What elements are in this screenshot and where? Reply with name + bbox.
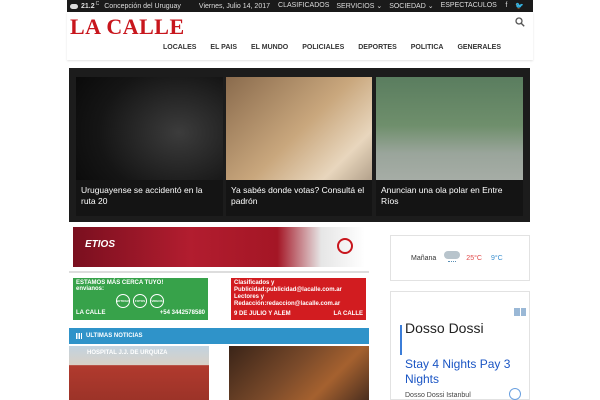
ad-accent-bar [400, 325, 402, 355]
green-ad-item-fotos: FOTOS [133, 294, 147, 308]
nav-generales[interactable]: GENERALES [457, 44, 501, 51]
sidebar-hotel-ad[interactable]: Dosso Dossi Stay 4 Nights Pay 3 Nights D… [390, 291, 530, 400]
green-ad-item-noticias: NOTICIAS [116, 294, 130, 308]
nav-deportes[interactable]: DEPORTES [358, 44, 397, 51]
topbar-date: Viernes, Julio 14, 2017 [198, 2, 271, 10]
topbar-location: Concepción del Uruguay [104, 2, 181, 10]
green-ad-items: NOTICIAS FOTOS VIDEOS [116, 294, 205, 308]
red-ad-footer: 9 DE JULIO Y ALEM LA CALLE [234, 311, 363, 318]
nav-el-pais[interactable]: EL PAIS [210, 44, 237, 51]
red-ad-address: 9 DE JULIO Y ALEM [234, 311, 291, 317]
nav-locales[interactable]: LOCALES [163, 44, 196, 51]
twitter-icon[interactable]: 🐦 [515, 2, 524, 10]
ad-choices-icon[interactable] [514, 308, 526, 316]
car-ad-banner[interactable]: ETIOS [73, 227, 365, 267]
latest-news-image-police[interactable] [229, 346, 369, 400]
sidebar-ad-source: Dosso Dossi Istanbul [405, 392, 471, 399]
latest-news-title: ULTIMAS NOTICIAS [86, 333, 143, 339]
weather-widget: Mañana 25°C 9°C [390, 235, 530, 281]
red-ad-line1: Clasificados y [234, 280, 275, 286]
green-ad-footer: LA CALLE +54 3442578580 [76, 310, 205, 316]
latest-news-image-hospital[interactable]: HOSPITAL J.J. DE URQUIZA [69, 346, 209, 400]
social-links: f 🐦 [505, 2, 524, 10]
topbar-menu-sociedad[interactable]: SOCIEDAD ⌄ [389, 2, 433, 10]
top-bar: 21.2 C Concepción del Uruguay Viernes, J… [67, 0, 533, 12]
snow-cloud-icon [444, 249, 461, 267]
contact-ad-green[interactable]: ESTAMOS MÁS CERCA TUYO! envianos: NOTICI… [73, 278, 208, 320]
ad-divider [69, 271, 369, 273]
ad-arrow-icon[interactable] [509, 388, 521, 400]
featured-news: Uruguayense se accidentó en la ruta 20 Y… [69, 68, 530, 222]
weather-low: 9°C [490, 254, 503, 262]
topbar-temperature: 21.2 [81, 2, 95, 10]
weather-day-label: Mañana [411, 254, 437, 262]
green-ad-item-videos: VIDEOS [150, 294, 164, 308]
nav-politica[interactable]: POLITICA [411, 44, 444, 51]
topbar-menu-clasificados[interactable]: CLASIFICADOS [278, 2, 329, 10]
site-header: LA CALLE LOCALES EL PAIS EL MUNDO POLICI… [67, 12, 533, 60]
latest-news-header: ULTIMAS NOTICIAS [69, 328, 369, 344]
red-ad-logo: LA CALLE [333, 311, 363, 317]
sidebar-ad-subtitle[interactable]: Stay 4 Nights Pay 3 Nights [405, 357, 525, 387]
red-ad-line3: Lectores y [234, 294, 265, 300]
hospital-sign: HOSPITAL J.J. DE URQUIZA [87, 350, 168, 356]
site-logo[interactable]: LA CALLE [70, 14, 185, 40]
sidebar-ad-title[interactable]: Dosso Dossi [405, 320, 484, 337]
cloud-icon [70, 3, 78, 9]
featured-card-accident[interactable]: Uruguayense se accidentó en la ruta 20 [76, 77, 223, 216]
green-ad-footer-left: LA CALLE [76, 310, 106, 316]
nav-policiales[interactable]: POLICIALES [302, 44, 344, 51]
topbar-menu-servicios[interactable]: SERVICIOS ⌄ [336, 2, 382, 10]
search-icon[interactable] [515, 17, 525, 27]
weather-high: 25°C [466, 254, 482, 262]
green-ad-phone: +54 3442578580 [159, 310, 205, 316]
topbar-temp-unit: C [95, 1, 100, 7]
nav-el-mundo[interactable]: EL MUNDO [251, 44, 288, 51]
red-ad-line2: Publicidad:publicidad@lacalle.com.ar [234, 287, 342, 293]
grid-icon [76, 333, 82, 339]
red-ad-line4: Redacción:redaccion@lacalle.com.ar [234, 301, 341, 307]
topbar-weather: 21.2 C Concepción del Uruguay [70, 1, 181, 10]
featured-card-ola-polar[interactable]: Anuncian una ola polar en Entre Ríos [376, 77, 523, 216]
featured-caption-ola-polar[interactable]: Anuncian una ola polar en Entre Ríos [376, 180, 523, 216]
toyota-logo-icon [337, 238, 353, 254]
topbar-menu: CLASIFICADOS SERVICIOS ⌄ SOCIEDAD ⌄ ESPE… [278, 2, 497, 10]
car-ad-brand: ETIOS [85, 239, 116, 250]
topbar-menu-espectaculos[interactable]: ESPECTACULOS [441, 2, 497, 10]
featured-caption-padron[interactable]: Ya sabés donde votas? Consultá el padrón [226, 180, 372, 216]
facebook-icon[interactable]: f [505, 2, 507, 10]
contact-ad-red[interactable]: Clasificados y Publicidad:publicidad@lac… [231, 278, 366, 320]
featured-card-padron[interactable]: Ya sabés donde votas? Consultá el padrón [226, 77, 372, 216]
featured-caption-accident[interactable]: Uruguayense se accidentó en la ruta 20 [76, 180, 223, 216]
green-ad-sub: envianos: [76, 286, 105, 292]
main-nav: LOCALES EL PAIS EL MUNDO POLICIALES DEPO… [163, 44, 501, 51]
